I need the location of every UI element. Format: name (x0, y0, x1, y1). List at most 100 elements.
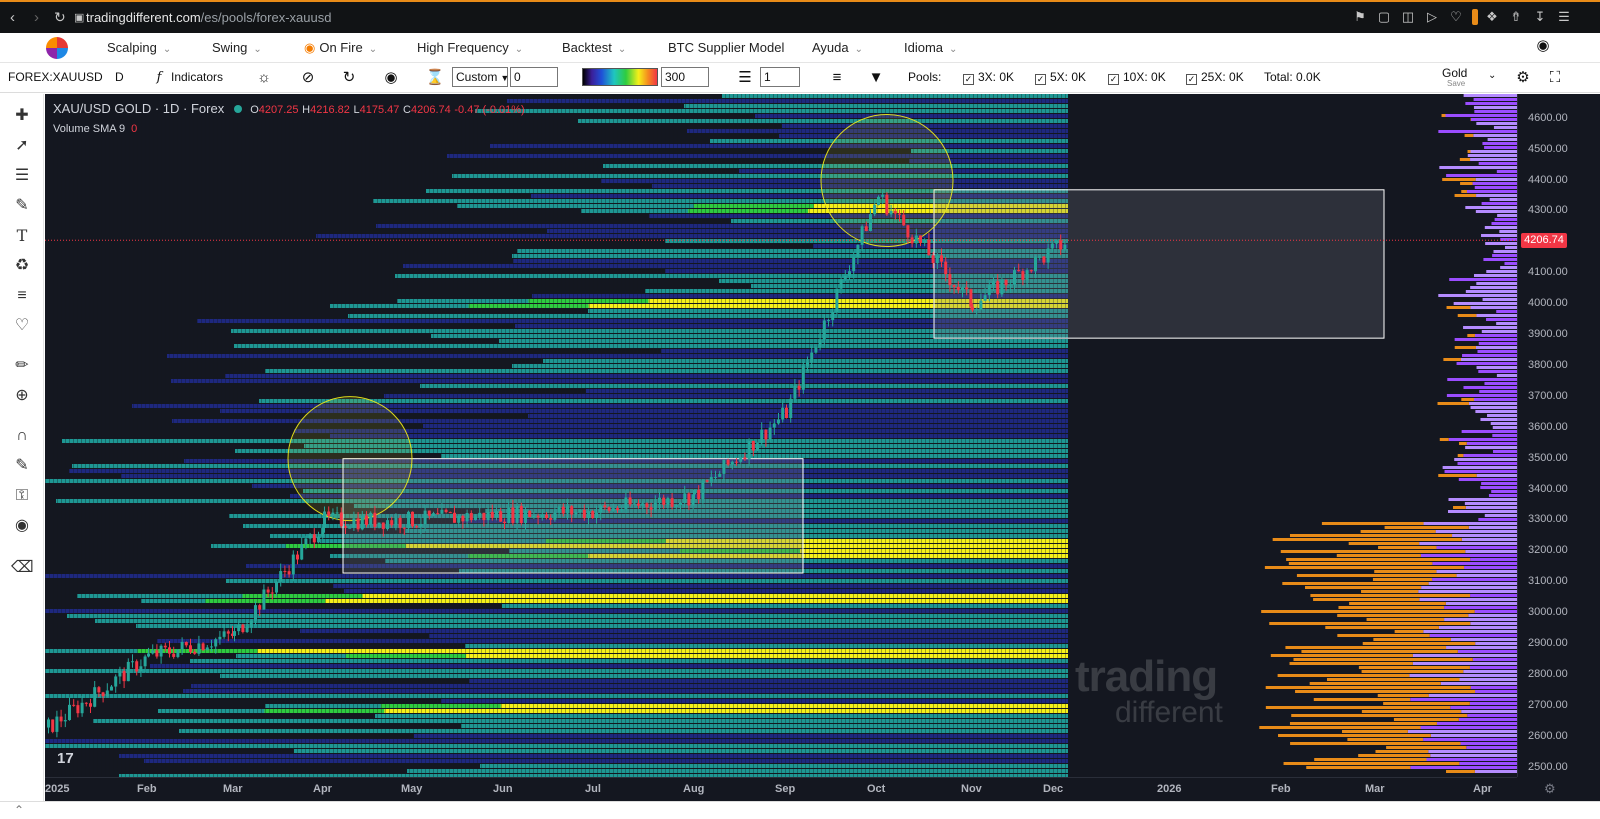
pool-3x-checkbox[interactable]: ✓ 3X: 0K (963, 70, 1014, 85)
magnet-icon[interactable]: ∩ (11, 425, 33, 447)
menu-scalping[interactable]: Scalping ⌄ (107, 40, 171, 55)
menu-btc-supplier-model[interactable]: BTC Supplier Model (668, 40, 784, 55)
measure-lines-icon[interactable]: ≡ (11, 285, 33, 307)
menu-backtest[interactable]: Backtest ⌄ (562, 40, 626, 55)
play-icon[interactable]: ▷ (1424, 9, 1440, 25)
profile-bar (1496, 170, 1517, 173)
profile-bar-orange (1461, 398, 1474, 401)
highlight-circle-2[interactable] (820, 114, 954, 248)
heart-icon[interactable]: ♡ (11, 315, 33, 337)
menu-high-frequency[interactable]: High Frequency ⌄ (417, 40, 523, 55)
zoom-in-icon[interactable]: ⊕ (11, 385, 33, 407)
layers-icon[interactable]: ☰ (735, 68, 755, 88)
candle-body (666, 498, 670, 505)
fullscreen-icon[interactable]: ⛶ (1545, 68, 1565, 88)
candle-body (143, 656, 147, 667)
download-icon[interactable]: ↧ (1532, 9, 1548, 25)
profile-bar-orange (1358, 666, 1470, 669)
price-axis[interactable]: 4600.00 4500.00 4400.00 4300.00 4100.00 4000.… (1517, 94, 1600, 777)
pin-icon[interactable]: ⚑ (1352, 9, 1368, 25)
profile-bar-orange (1457, 454, 1464, 457)
profile-bar (1459, 678, 1517, 681)
lock-drawing-icon[interactable]: ✎ (11, 455, 33, 477)
crosshair-icon[interactable]: ✚ (11, 105, 33, 127)
back-icon[interactable]: ‹ (10, 9, 15, 26)
layers-input[interactable]: 1 (760, 67, 800, 87)
indicators-button[interactable]: Indicators (171, 70, 223, 84)
chevron-up-icon[interactable]: ⌃ (14, 803, 24, 817)
trend-line-icon[interactable]: ➚ (11, 135, 33, 157)
menu-ayuda[interactable]: Ayuda ⌄ (812, 40, 863, 55)
column-gap (493, 94, 494, 777)
palette-icon[interactable]: ◉ (381, 68, 401, 88)
extensions-icon[interactable]: ❖ (1484, 9, 1500, 25)
column-gap (785, 94, 786, 777)
pattern-icon[interactable]: ♻ (11, 255, 33, 277)
layout-name[interactable]: Gold (1442, 66, 1467, 80)
menu-icon[interactable]: ☰ (1556, 9, 1572, 25)
heatmap-row-peak (325, 599, 1068, 603)
chevron-down-icon[interactable]: ⌄ (1488, 70, 1496, 81)
pool-10x-checkbox[interactable]: ✓ 10X: 0K (1108, 70, 1166, 85)
custom-select[interactable]: Custom ▼ (452, 67, 509, 87)
menu-on-fire[interactable]: ◉ On Fire ⌄ (304, 40, 377, 56)
profile-bar-orange (1442, 178, 1476, 181)
column-gap (433, 94, 434, 777)
horizontal-lines-icon[interactable]: ☰ (11, 165, 33, 187)
tradingview-logo[interactable]: 17 (57, 750, 74, 767)
layout-save[interactable]: Save (1447, 79, 1465, 88)
candle-body (910, 237, 914, 244)
range-box-2[interactable] (933, 189, 1385, 339)
candle-body (528, 510, 532, 518)
gradient-value-input[interactable]: 300 (661, 67, 709, 87)
shield-icon[interactable]: ◫ (1400, 9, 1416, 25)
column-gap (265, 94, 266, 777)
time-axis[interactable]: 2025 Feb Mar Apr May Jun Jul Aug Sep Oct Nov Dec 202… (45, 777, 1517, 801)
forward-icon[interactable]: › (34, 9, 39, 26)
ruler-icon[interactable]: ✏ (11, 355, 33, 377)
candle-body (885, 194, 889, 215)
profile-bar-orange (1309, 682, 1441, 685)
custom-value-input[interactable]: 0 (510, 67, 558, 87)
hide-eye-icon[interactable]: ⊘ (298, 68, 318, 88)
gear-icon[interactable]: ⚙ (1513, 68, 1533, 88)
screenshot-icon[interactable]: ▢ (1376, 9, 1392, 25)
profile-bar (1477, 350, 1517, 353)
symbol-search[interactable]: FOREX:XAUUSD (8, 70, 103, 84)
profile-bar (1440, 682, 1517, 685)
eye-icon[interactable]: ◉ (11, 515, 33, 537)
refresh-icon[interactable]: ↻ (339, 68, 359, 88)
text-icon[interactable]: T (11, 225, 33, 247)
trash-icon[interactable]: ⌫ (11, 557, 34, 579)
share-icon[interactable]: ⇮ (1508, 9, 1524, 25)
highlight-circle-1[interactable] (287, 396, 413, 522)
candle-body (843, 275, 847, 280)
candle-body (499, 511, 503, 522)
indicators-icon[interactable]: f (149, 68, 169, 88)
hourglass-icon[interactable]: ⌛ (425, 68, 445, 88)
camera-icon[interactable]: ◉ (1533, 36, 1553, 56)
lock-icon[interactable]: ⚿ (11, 485, 33, 507)
heart-icon[interactable]: ♡ (1448, 9, 1464, 25)
color-gradient-slider[interactable] (582, 68, 658, 86)
candle-body (478, 512, 482, 517)
interval-select[interactable]: D (115, 70, 124, 84)
indicator-legend[interactable]: Volume SMA 90 (53, 123, 137, 135)
align-right-icon[interactable]: ≡ (827, 68, 847, 88)
site-info-icon[interactable]: ▣ (74, 11, 84, 24)
pool-25x-checkbox[interactable]: ✓ 25X: 0K (1186, 70, 1244, 85)
menu-swing[interactable]: Swing ⌄ (212, 40, 262, 55)
settings-sun-icon[interactable]: ☼ (254, 68, 274, 88)
reload-icon[interactable]: ↻ (54, 9, 66, 26)
brush-icon[interactable]: ✎ (11, 195, 33, 217)
profile-bar-orange (1384, 526, 1469, 529)
menu-idioma[interactable]: Idioma ⌄ (904, 40, 957, 55)
filter-icon[interactable]: ▼ (866, 68, 886, 88)
profile-bar (1474, 610, 1517, 613)
chart-pane[interactable]: XAU/USD GOLD · 1D · Forex O4207.25 H4216.… (45, 94, 1517, 777)
pool-5x-checkbox[interactable]: ✓ 5X: 0K (1035, 70, 1086, 85)
site-logo[interactable] (46, 37, 68, 59)
address-bar[interactable]: tradingdifferent.com/es/pools/forex-xauu… (86, 10, 331, 25)
profile-bar-orange (1314, 758, 1427, 761)
settings-icon[interactable]: ⚙ (1544, 781, 1556, 797)
